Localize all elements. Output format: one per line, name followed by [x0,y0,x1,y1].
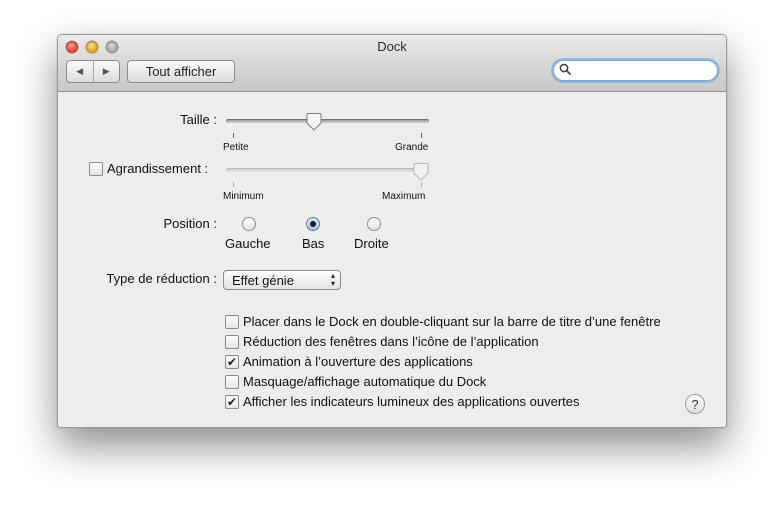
help-button[interactable]: ? [685,394,705,414]
position-label: Position : [163,216,217,231]
size-label: Taille : [180,112,217,127]
autohide-dock-label: Masquage/affichage automatique du Dock [243,374,487,389]
animate-opening-label: Animation à l’ouverture des applications [243,354,473,369]
magnification-label: Agrandissement : [107,161,209,176]
double-click-title-label: Placer dans le Dock en double-cliquant s… [243,314,661,329]
size-min-label: Petite [223,142,249,153]
show-indicators-label: Afficher les indicateurs lumineux des ap… [243,394,580,409]
position-left-label: Gauche [225,236,271,251]
toolbar: Dock ◀ ▶ Tout afficher [58,35,726,92]
position-bottom-label: Bas [302,236,325,251]
forward-arrow-icon[interactable]: ▶ [94,61,120,82]
window-title: Dock [377,39,407,54]
magnification-slider-thumb[interactable] [413,163,429,181]
search-input[interactable] [553,60,718,81]
popup-arrows-icon: ▴ ▾ [330,271,335,288]
double-click-title-checkbox[interactable] [225,315,239,329]
position-right-radio[interactable] [367,217,381,231]
size-max-label: Grande [395,142,429,153]
minimize-effect-value: Effet génie [232,273,294,288]
magnification-checkbox[interactable] [89,162,103,176]
animate-opening-checkbox[interactable]: ✔ [225,355,239,369]
minimize-effect-label: Type de réduction : [106,271,217,286]
position-right-label: Droite [354,236,389,251]
magnification-slider-track[interactable] [226,168,429,172]
minimize-into-icon-checkbox[interactable] [225,335,239,349]
minimize-into-icon-label: Réduction des fenêtres dans l’icône de l… [243,334,539,349]
position-bottom-radio[interactable] [306,217,320,231]
show-all-button[interactable]: Tout afficher [127,60,235,83]
back-forward-control: ◀ ▶ [66,60,120,83]
search-icon [559,63,571,75]
magnification-max-label: Maximum [382,191,426,202]
show-indicators-checkbox[interactable]: ✔ [225,395,239,409]
size-tick-max [421,133,422,138]
size-tick-min [233,133,234,138]
magnification-min-label: Minimum [223,191,264,202]
size-slider-track[interactable] [226,119,429,123]
magnification-tick-max [421,182,422,187]
dock-preferences-window: Dock ◀ ▶ Tout afficher Taille : Petite G… [57,34,727,428]
autohide-dock-checkbox[interactable] [225,375,239,389]
size-slider-thumb[interactable] [306,113,322,131]
minimize-effect-popup[interactable]: Effet génie ▴ ▾ [223,270,341,290]
position-left-radio[interactable] [242,217,256,231]
magnification-tick-min [233,182,234,187]
back-arrow-icon[interactable]: ◀ [67,61,94,82]
